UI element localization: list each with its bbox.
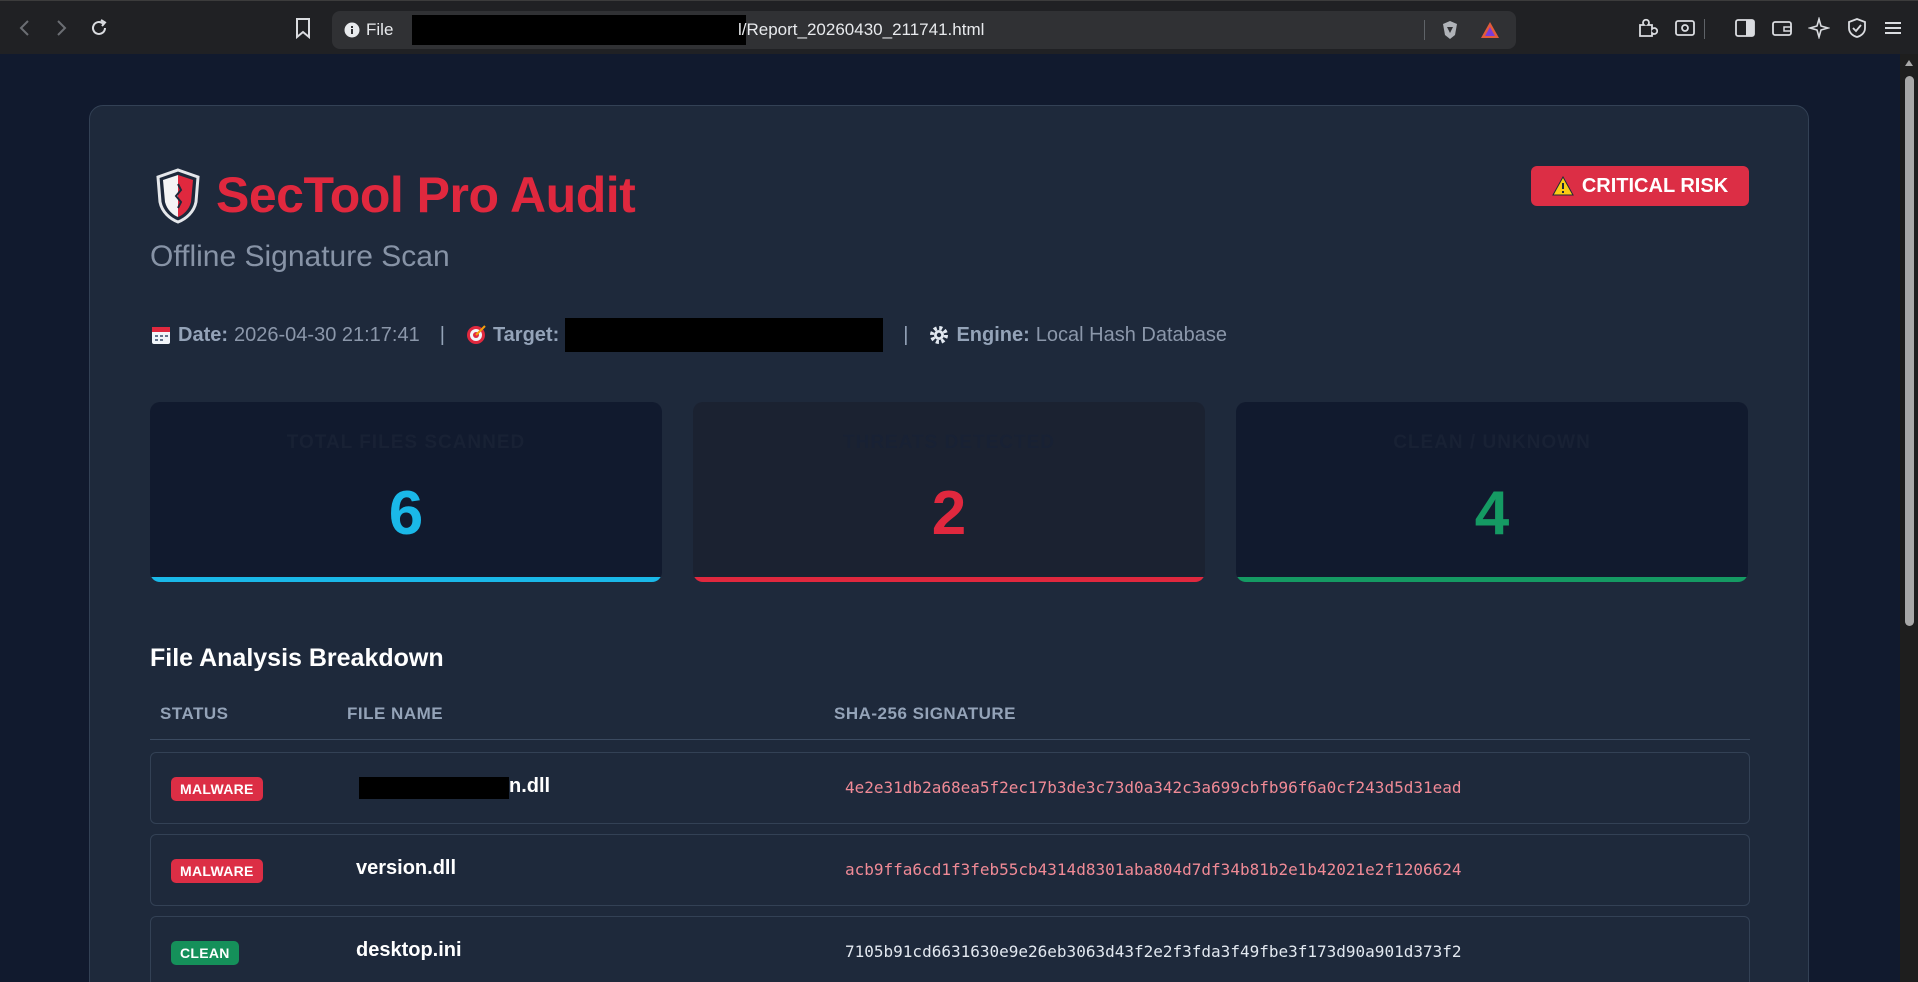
file-hash: 7105b91cd6631630e9e26eb3063d43f2e2f3fda3… xyxy=(845,942,1462,961)
stats-row: Total Files Scanned 6 Threats Detected 2… xyxy=(150,402,1750,582)
warning-icon xyxy=(1551,176,1574,196)
stat-accent-bar xyxy=(1236,577,1748,582)
status-badge: MALWARE xyxy=(171,859,263,883)
stat-label: Total Files Scanned xyxy=(286,432,526,453)
stat-label: Clean / Unknown xyxy=(1393,432,1591,453)
bookmark-icon xyxy=(296,18,310,39)
forward-icon xyxy=(57,20,67,36)
menu-icon[interactable] xyxy=(1882,17,1904,39)
file-hash: acb9ffa6cd1f3feb55cb4314d8301aba804d7df3… xyxy=(845,860,1462,879)
toolbar-divider xyxy=(1704,19,1705,39)
status-badge: MALWARE xyxy=(171,777,263,801)
file-hash: 4e2e31db2a68ea5f2ec17b3de3c73d0a342c3a69… xyxy=(845,778,1462,797)
stat-value: 6 xyxy=(388,479,424,548)
target-label: Target: xyxy=(492,323,560,346)
forward-button[interactable] xyxy=(48,15,74,41)
table-row[interactable]: MALWARE version.dll acb9ffa6cd1f3feb55cb… xyxy=(150,834,1750,906)
table-header: STATUS FILE NAME SHA-256 SIGNATURE xyxy=(150,700,1750,740)
file-name: desktop.ini xyxy=(356,939,462,961)
engine-label: Engine: xyxy=(956,323,1030,346)
column-header-sha256: SHA-256 SIGNATURE xyxy=(834,704,1016,723)
report-title: SecTool Pro Audit xyxy=(216,167,636,223)
scan-meta: Date: 2026-04-30 21:17:41 | Target: | En… xyxy=(150,318,1227,352)
stat-value: 4 xyxy=(1474,479,1510,548)
url-divider xyxy=(1424,20,1425,40)
vpn-icon[interactable] xyxy=(1846,17,1868,39)
section-title: File Analysis Breakdown xyxy=(150,644,444,672)
table-row[interactable]: CLEAN desktop.ini 7105b91cd6631630e9e26e… xyxy=(150,916,1750,982)
screenshot-icon[interactable] xyxy=(1674,17,1696,39)
date-label: Date: xyxy=(178,323,229,346)
gear-icon xyxy=(930,326,949,344)
meta-divider: | xyxy=(903,323,909,346)
brave-shield-icon[interactable] xyxy=(1440,20,1460,40)
target-icon xyxy=(466,325,486,344)
stat-card-threats: Threats Detected 2 xyxy=(693,402,1205,582)
engine-value: Local Hash Database xyxy=(1035,323,1228,346)
address-bar[interactable]: File l/Report_20260430_211741.html xyxy=(332,11,1516,49)
extensions-icon[interactable] xyxy=(1636,17,1658,39)
stat-accent-bar xyxy=(150,577,662,582)
vertical-scrollbar[interactable] xyxy=(1900,54,1918,982)
back-button[interactable] xyxy=(12,15,38,41)
table-row[interactable]: MALWARE n.dll 4e2e31db2a68ea5f2ec17b3de3… xyxy=(150,752,1750,824)
file-name: n.dll xyxy=(509,775,551,797)
risk-badge-label: CRITICAL RISK xyxy=(1581,174,1729,197)
meta-divider: | xyxy=(439,323,445,346)
page-viewport: SecTool Pro Audit Offline Signature Scan… xyxy=(0,54,1900,982)
stat-value: 2 xyxy=(931,479,967,548)
reload-icon xyxy=(92,19,107,35)
report-card: SecTool Pro Audit Offline Signature Scan… xyxy=(89,105,1809,982)
column-header-file-name: FILE NAME xyxy=(347,704,444,723)
url-scheme-label: File xyxy=(366,20,394,39)
rewards-icon[interactable] xyxy=(1480,20,1500,40)
stat-accent-bar xyxy=(693,577,1205,582)
redacted-file-name xyxy=(359,777,509,799)
risk-badge: CRITICAL RISK xyxy=(1531,166,1749,206)
stat-card-total: Total Files Scanned 6 xyxy=(150,402,662,582)
leo-ai-icon[interactable] xyxy=(1808,17,1830,39)
redacted-target-value xyxy=(565,318,884,352)
redacted-url-path xyxy=(412,15,746,45)
status-badge: CLEAN xyxy=(171,941,239,965)
column-header-status: STATUS xyxy=(160,704,229,723)
report-subtitle: Offline Signature Scan xyxy=(150,240,450,273)
stat-label: Threats Detected xyxy=(843,432,1055,453)
file-name: version.dll xyxy=(356,857,457,879)
reload-button[interactable] xyxy=(86,15,112,41)
info-icon[interactable] xyxy=(344,22,360,38)
stat-card-clean: Clean / Unknown 4 xyxy=(1236,402,1748,582)
date-value: 2026-04-30 21:17:41 xyxy=(234,323,420,346)
bookmark-button[interactable] xyxy=(290,15,316,41)
url-text: l/Report_20260430_211741.html xyxy=(738,20,985,39)
wallet-icon[interactable] xyxy=(1771,17,1793,39)
sidebar-icon[interactable] xyxy=(1734,17,1756,39)
shield-logo-icon xyxy=(156,168,200,224)
browser-toolbar: File l/Report_20260430_211741.html xyxy=(0,0,1918,54)
back-icon xyxy=(19,20,29,36)
calendar-icon xyxy=(152,327,170,344)
scroll-up-icon[interactable] xyxy=(1905,60,1913,66)
scrollbar-thumb[interactable] xyxy=(1905,76,1914,626)
